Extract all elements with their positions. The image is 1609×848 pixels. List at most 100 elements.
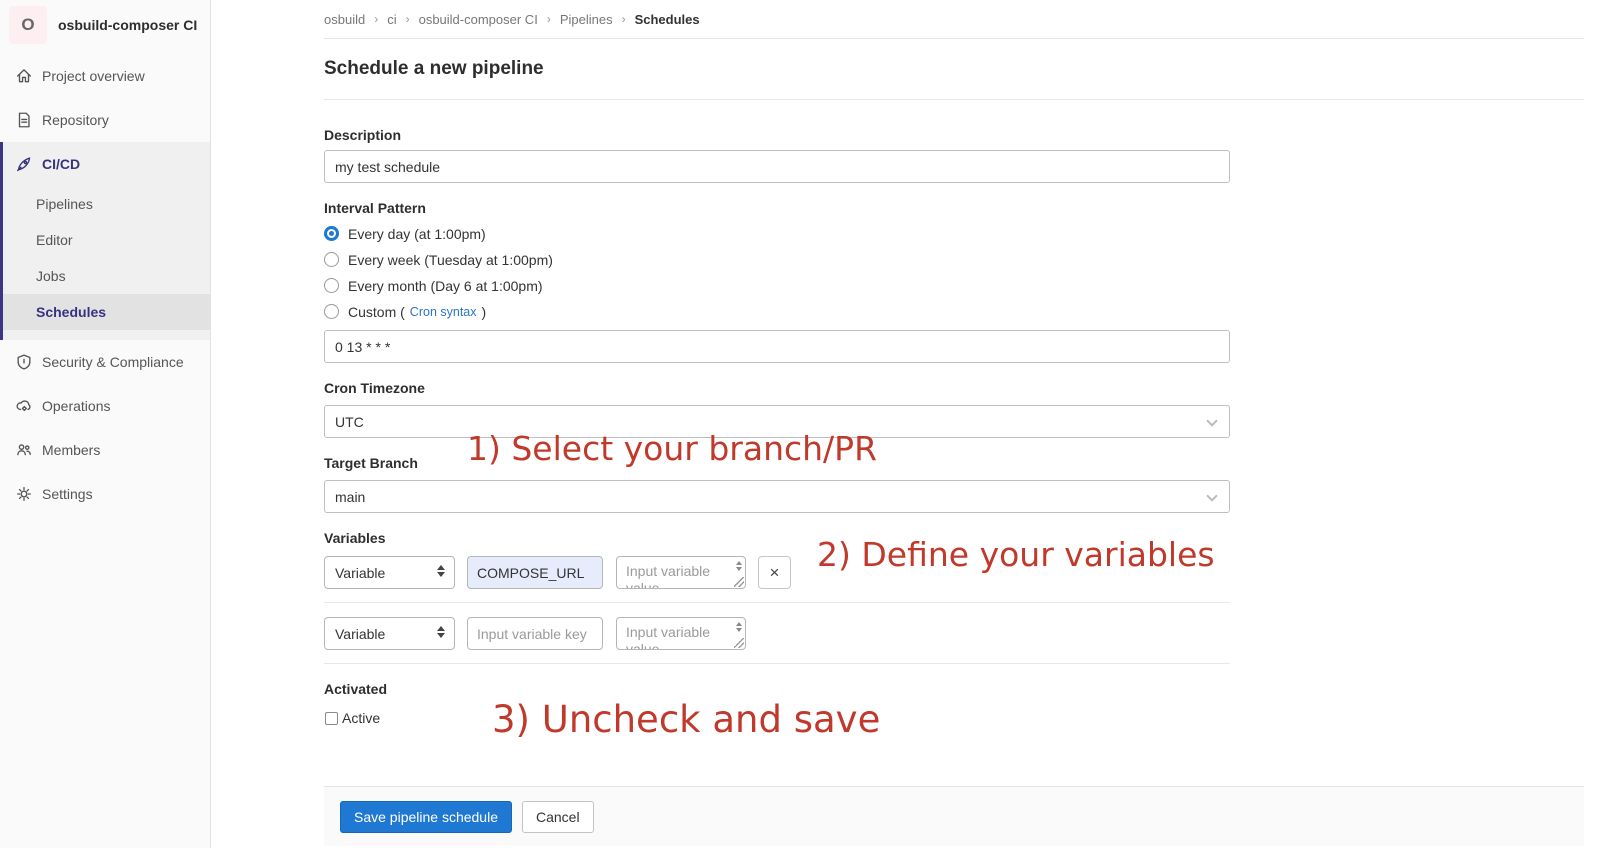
sidebar-item-editor[interactable]: Editor <box>3 222 210 258</box>
cloud-gear-icon <box>15 397 33 415</box>
updown-arrows-icon <box>437 626 445 638</box>
sidebar-item-label: Operations <box>42 398 110 414</box>
row-divider <box>324 602 1230 603</box>
breadcrumb-item[interactable]: ci <box>387 12 396 27</box>
cancel-button[interactable]: Cancel <box>522 801 594 833</box>
project-title: osbuild-composer CI <box>58 17 197 33</box>
annotation-define-variables: 2) Define your variables <box>817 536 1215 574</box>
radio-label: Custom ( <box>348 304 405 320</box>
variable-type-select[interactable]: Variable <box>324 617 455 650</box>
target-branch-select[interactable]: main <box>324 480 1230 513</box>
sidebar-item-label: Repository <box>42 112 109 128</box>
home-icon <box>15 67 33 85</box>
row-divider <box>324 663 1230 664</box>
sidebar-group-cicd: CI/CD Pipelines Editor Jobs Schedules <box>0 142 210 340</box>
sidebar-item-security-compliance[interactable]: Security & Compliance <box>0 340 210 384</box>
sidebar-item-label: Members <box>42 442 100 458</box>
sidebar-item-jobs[interactable]: Jobs <box>3 258 210 294</box>
project-header[interactable]: O osbuild-composer CI <box>0 0 210 50</box>
gear-icon <box>15 485 33 503</box>
remove-variable-button[interactable]: × <box>758 556 791 589</box>
sidebar-item-members[interactable]: Members <box>0 428 210 472</box>
sidebar-item-settings[interactable]: Settings <box>0 472 210 516</box>
avatar-letter: O <box>21 15 34 35</box>
project-avatar: O <box>9 6 47 44</box>
sidebar: O osbuild-composer CI Project overview R… <box>0 0 211 848</box>
breadcrumb-separator: › <box>406 12 410 26</box>
variable-key-input[interactable] <box>467 617 603 650</box>
schedule-form: Description Interval Pattern Every day (… <box>324 100 1230 726</box>
sidebar-item-label: Jobs <box>36 268 66 284</box>
radio-option-every-month[interactable]: Every month (Day 6 at 1:00pm) <box>324 277 1230 294</box>
activated-label: Activated <box>324 682 1230 697</box>
shield-icon <box>15 353 33 371</box>
sidebar-item-label: Pipelines <box>36 196 93 212</box>
users-icon <box>15 441 33 459</box>
cron-timezone-label: Cron Timezone <box>324 381 1230 396</box>
resize-grip-icon[interactable] <box>734 577 744 587</box>
branch-selected-value: main <box>335 489 365 505</box>
radio-label: Every week (Tuesday at 1:00pm) <box>348 252 553 268</box>
close-icon: × <box>770 563 780 583</box>
description-field: Description <box>324 128 1230 183</box>
variable-value-input[interactable] <box>616 556 746 589</box>
breadcrumb-item[interactable]: osbuild-composer CI <box>419 12 538 27</box>
sidebar-item-operations[interactable]: Operations <box>0 384 210 428</box>
radio-option-every-day[interactable]: Every day (at 1:00pm) <box>324 225 1230 242</box>
chevron-down-icon <box>1206 415 1217 426</box>
description-input[interactable] <box>324 150 1230 183</box>
radio-option-custom[interactable]: Custom ( Cron syntax ) <box>324 303 1230 320</box>
sidebar-item-pipelines[interactable]: Pipelines <box>3 186 210 222</box>
interval-pattern-label: Interval Pattern <box>324 201 1230 216</box>
sidebar-item-schedules[interactable]: Schedules <box>3 294 210 330</box>
document-icon <box>15 111 33 129</box>
interval-pattern-field: Interval Pattern Every day (at 1:00pm) E… <box>324 201 1230 363</box>
radio-label: Every month (Day 6 at 1:00pm) <box>348 278 543 294</box>
variable-value-input[interactable] <box>616 617 746 650</box>
variable-value-wrap <box>616 556 746 589</box>
radio-icon[interactable] <box>324 304 339 319</box>
sidebar-item-label: Project overview <box>42 68 145 84</box>
sidebar-item-label: Settings <box>42 486 93 502</box>
page-title: Schedule a new pipeline <box>324 39 1584 100</box>
breadcrumb-separator: › <box>622 12 626 26</box>
breadcrumb-separator: › <box>547 12 551 26</box>
annotation-uncheck-save: 3) Uncheck and save <box>492 699 880 742</box>
sidebar-item-cicd[interactable]: CI/CD <box>3 142 210 186</box>
cron-pattern-input[interactable] <box>324 330 1230 363</box>
sidebar-item-project-overview[interactable]: Project overview <box>0 54 210 98</box>
sidebar-item-label: Security & Compliance <box>42 354 184 370</box>
sidebar-item-label: Schedules <box>36 304 106 320</box>
updown-arrows-icon <box>437 565 445 577</box>
chevron-down-icon <box>1206 490 1217 501</box>
variable-type-select[interactable]: Variable <box>324 556 455 589</box>
resize-grip-icon[interactable] <box>734 638 744 648</box>
cron-syntax-link[interactable]: Cron syntax <box>410 305 477 319</box>
rocket-icon <box>15 155 33 173</box>
sidebar-nav: Project overview Repository CI/CD Pipeli… <box>0 54 210 516</box>
timezone-selected-value: UTC <box>335 414 364 430</box>
save-pipeline-schedule-button[interactable]: Save pipeline schedule <box>340 801 512 833</box>
radio-selected-icon[interactable] <box>324 226 339 241</box>
breadcrumb-item[interactable]: osbuild <box>324 12 365 27</box>
radio-icon[interactable] <box>324 278 339 293</box>
radio-option-every-week[interactable]: Every week (Tuesday at 1:00pm) <box>324 251 1230 268</box>
variable-value-wrap <box>616 617 746 650</box>
annotation-select-branch: 1) Select your branch/PR <box>467 430 877 468</box>
main-content: osbuild › ci › osbuild-composer CI › Pip… <box>211 0 1609 848</box>
variable-key-input[interactable] <box>467 556 603 589</box>
radio-label: Every day (at 1:00pm) <box>348 226 486 242</box>
variable-row: Variable <box>324 617 1230 650</box>
sidebar-item-label: CI/CD <box>42 156 80 172</box>
stepper-icon[interactable] <box>736 622 742 632</box>
radio-icon[interactable] <box>324 252 339 267</box>
active-checkbox[interactable] <box>325 712 338 725</box>
variable-type-value: Variable <box>335 565 385 581</box>
stepper-icon[interactable] <box>736 561 742 571</box>
breadcrumb-item[interactable]: Pipelines <box>560 12 613 27</box>
sidebar-item-repository[interactable]: Repository <box>0 98 210 142</box>
active-checkbox-label: Active <box>342 710 380 726</box>
sidebar-item-label: Editor <box>36 232 73 248</box>
breadcrumb-separator: › <box>374 12 378 26</box>
breadcrumb-item-current: Schedules <box>635 12 700 27</box>
